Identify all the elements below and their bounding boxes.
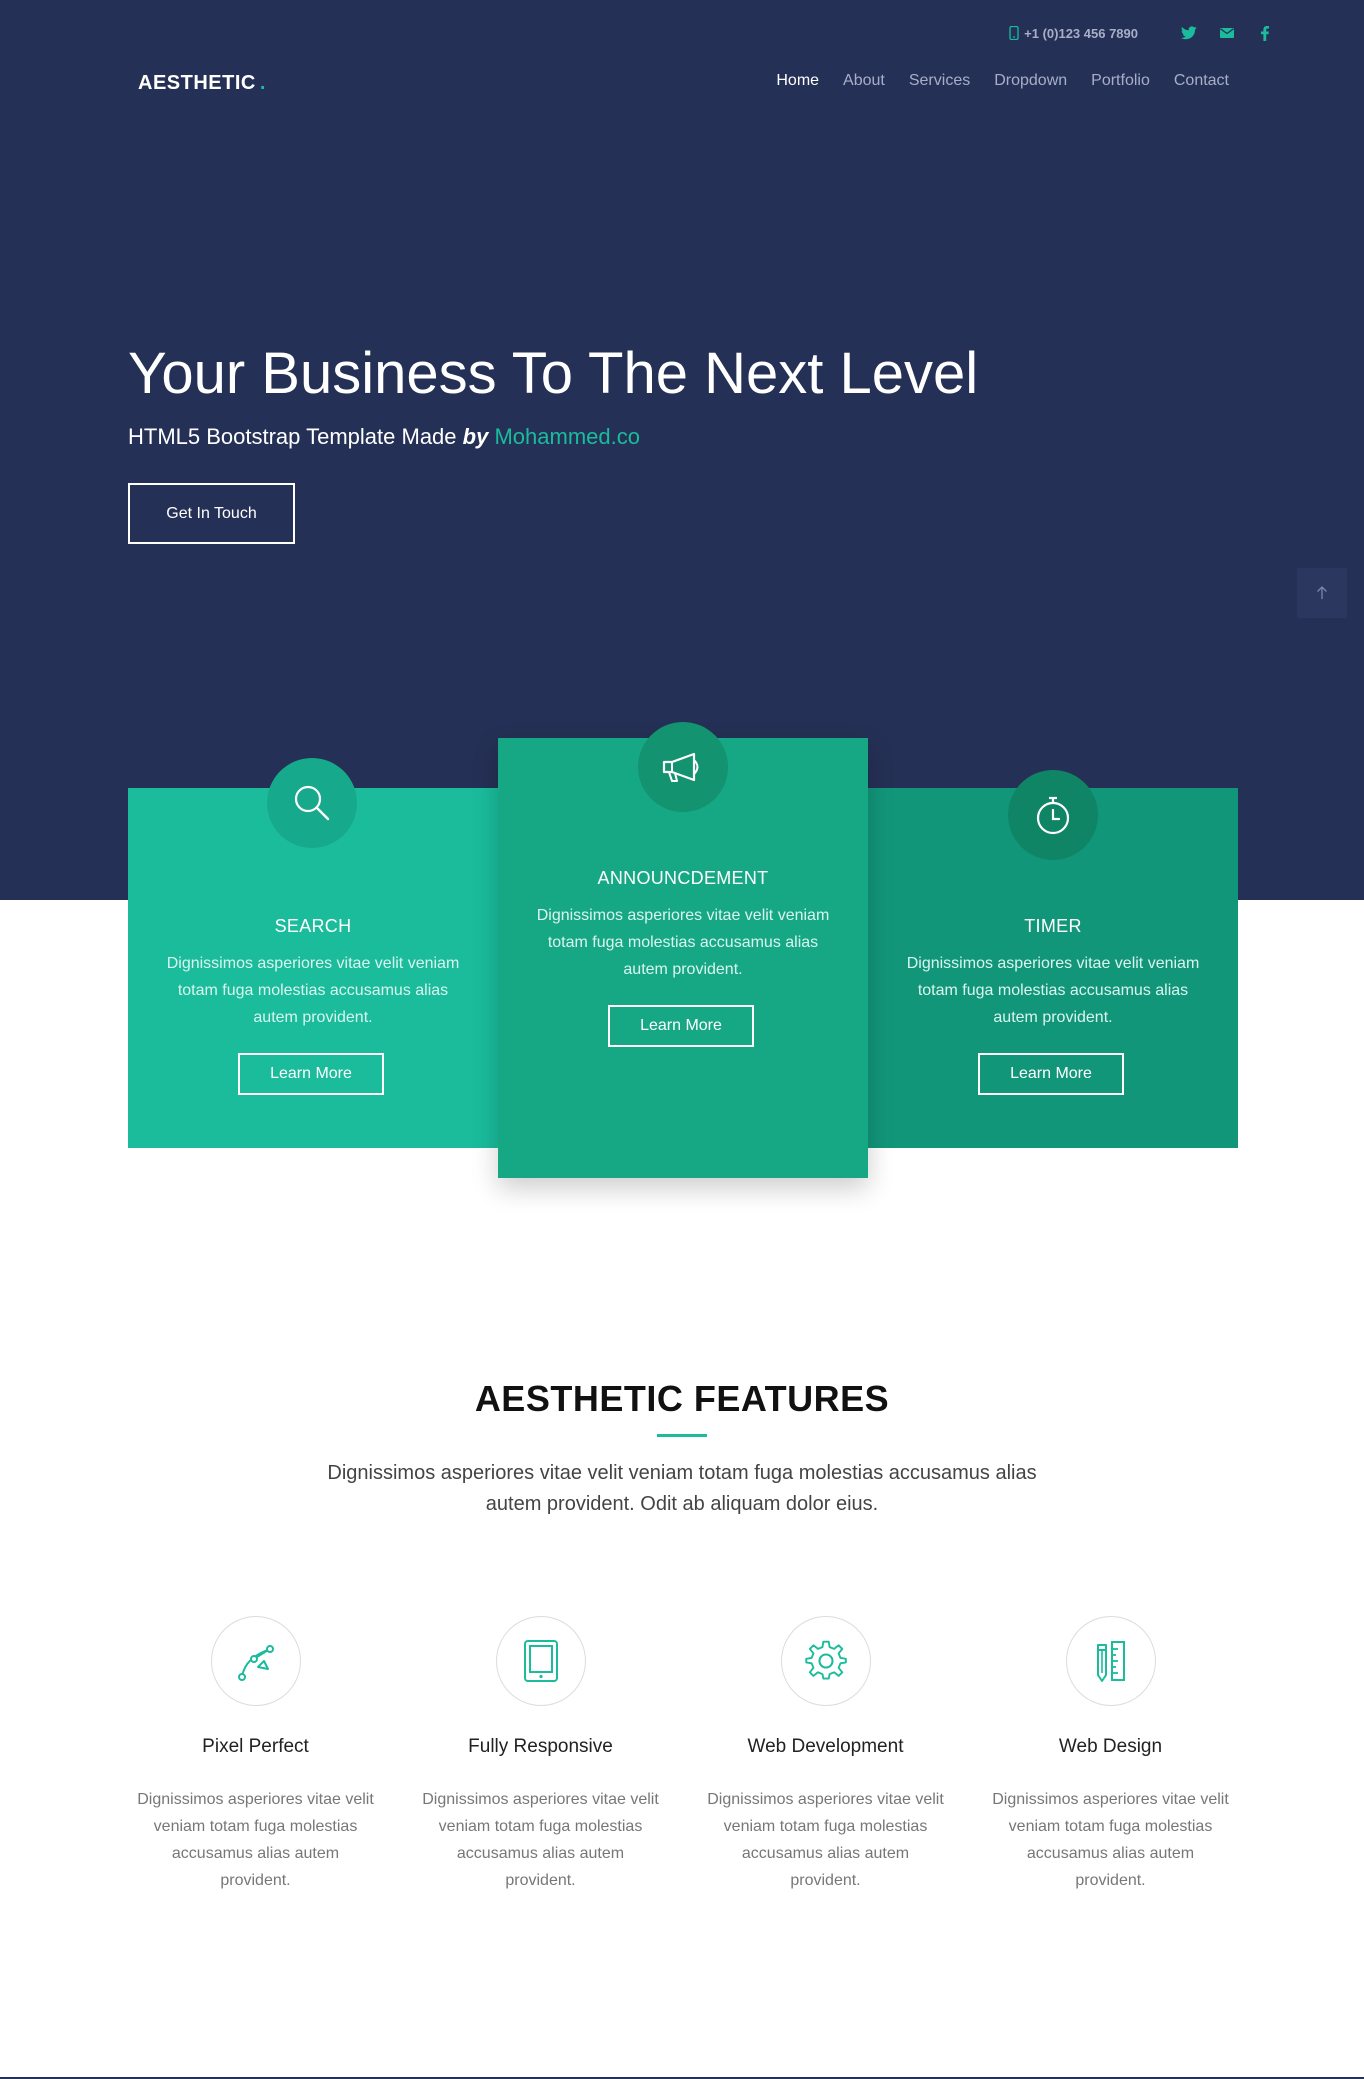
learn-more-button[interactable]: Learn More bbox=[978, 1053, 1124, 1095]
nav-portfolio[interactable]: Portfolio bbox=[1091, 72, 1150, 90]
feature-title: Pixel Perfect bbox=[202, 1736, 309, 1757]
service-card-announcement: ANNOUNCDEMENT Dignissimos asperiores vit… bbox=[498, 722, 868, 1178]
top-bar: +1 (0)123 456 7890 bbox=[1009, 22, 1274, 44]
phone-icon bbox=[1009, 26, 1019, 40]
twitter-icon[interactable] bbox=[1180, 24, 1198, 42]
card-text: Dignissimos asperiores vitae velit venia… bbox=[536, 907, 830, 978]
feature-text: Dignissimos asperiores vitae velit venia… bbox=[422, 1791, 659, 1889]
learn-more-button[interactable]: Learn More bbox=[238, 1053, 384, 1095]
features-title: AESTHETIC FEATURES bbox=[474, 1378, 890, 1419]
card-text: Dignissimos asperiores vitae velit venia… bbox=[166, 955, 460, 1026]
feature-text: Dignissimos asperiores vitae velit venia… bbox=[707, 1791, 944, 1889]
feature-title: Fully Responsive bbox=[468, 1736, 613, 1757]
brand-name: AESTHETIC bbox=[138, 72, 256, 94]
search-icon bbox=[267, 758, 357, 848]
tablet-icon bbox=[496, 1616, 586, 1706]
facebook-icon[interactable] bbox=[1256, 24, 1274, 42]
service-card-timer: TIMER Dignissimos asperiores vitae velit… bbox=[868, 770, 1238, 1148]
mail-icon[interactable] bbox=[1218, 24, 1236, 42]
pencil-ruler-icon bbox=[1066, 1616, 1156, 1706]
hero-subtitle: HTML5 Bootstrap Template Made by Mohamme… bbox=[128, 424, 640, 450]
card-title: TIMER bbox=[1024, 916, 1082, 936]
feature-title: Web Development bbox=[747, 1736, 904, 1757]
nav-about[interactable]: About bbox=[843, 72, 885, 90]
stopwatch-icon bbox=[1008, 770, 1098, 860]
hero-title: Your Business To The Next Level bbox=[128, 341, 979, 406]
get-in-touch-button[interactable]: Get In Touch bbox=[128, 483, 295, 544]
brand-logo[interactable]: AESTHETIC. bbox=[138, 72, 266, 95]
vector-pen-icon bbox=[211, 1616, 301, 1706]
phone-number: +1 (0)123 456 7890 bbox=[1024, 25, 1138, 41]
scroll-to-top-button[interactable] bbox=[1297, 568, 1347, 618]
service-card-search: SEARCH Dignissimos asperiores vitae veli… bbox=[128, 758, 498, 1148]
feature-title: Web Design bbox=[1058, 1736, 1163, 1757]
card-text: Dignissimos asperiores vitae velit venia… bbox=[906, 955, 1200, 1026]
hero-subtitle-by: by bbox=[462, 424, 489, 449]
nav-contact[interactable]: Contact bbox=[1174, 72, 1229, 90]
feature-text: Dignissimos asperiores vitae velit venia… bbox=[137, 1791, 374, 1889]
features-description: Dignissimos asperiores vitae velit venia… bbox=[327, 1462, 1037, 1515]
card-title: SEARCH bbox=[274, 916, 352, 936]
card-title: ANNOUNCDEMENT bbox=[597, 868, 769, 888]
main-nav: Home About Services Dropdown Portfolio C… bbox=[752, 72, 1229, 90]
nav-dropdown[interactable]: Dropdown bbox=[994, 72, 1067, 90]
hero-subtitle-text: HTML5 Bootstrap Template Made bbox=[128, 424, 457, 449]
nav-services[interactable]: Services bbox=[909, 72, 970, 90]
arrow-up-icon bbox=[1317, 586, 1327, 599]
brand-dot: . bbox=[259, 72, 266, 94]
gear-icon bbox=[781, 1616, 871, 1706]
nav-home[interactable]: Home bbox=[776, 72, 819, 90]
feature-text: Dignissimos asperiores vitae velit venia… bbox=[992, 1791, 1229, 1889]
author-link[interactable]: Mohammed.co bbox=[494, 424, 640, 449]
learn-more-button[interactable]: Learn More bbox=[608, 1005, 754, 1047]
title-underline bbox=[657, 1434, 707, 1437]
megaphone-icon bbox=[638, 722, 728, 812]
phone-contact[interactable]: +1 (0)123 456 7890 bbox=[1009, 26, 1138, 41]
